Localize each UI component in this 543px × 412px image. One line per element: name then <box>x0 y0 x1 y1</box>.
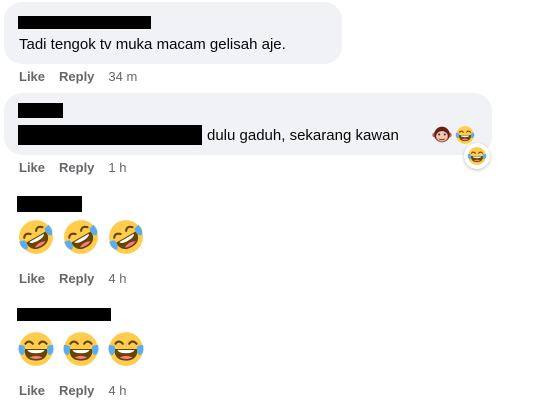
emoji-row <box>17 218 147 256</box>
reply-button[interactable]: Reply <box>59 383 94 398</box>
rolling-laughing-icon <box>107 218 145 256</box>
laughing-tears-icon <box>467 146 487 166</box>
reply-button[interactable]: Reply <box>59 271 94 286</box>
timestamp[interactable]: 4 h <box>108 271 126 286</box>
redacted-author-name <box>18 103 63 118</box>
redacted-mention <box>18 125 202 145</box>
comment-actions: Like Reply 34 m <box>19 69 137 84</box>
comment-text: dulu gaduh, sekarang kawan <box>207 127 399 144</box>
like-button[interactable]: Like <box>19 271 45 286</box>
comment-actions: Like Reply 4 h <box>19 271 127 286</box>
laughing-tears-icon <box>455 125 475 145</box>
rolling-laughing-icon <box>17 218 55 256</box>
laughing-tears-icon <box>62 330 100 368</box>
emoji-row <box>17 330 147 368</box>
timestamp[interactable]: 34 m <box>108 69 137 84</box>
comment-actions: Like Reply 1 h <box>19 160 127 175</box>
redacted-author-name <box>17 308 111 321</box>
comment-bubble <box>4 93 492 155</box>
like-button[interactable]: Like <box>19 69 45 84</box>
laughing-tears-icon <box>107 330 145 368</box>
comment-bubble <box>4 2 342 64</box>
comment-actions: Like Reply 4 h <box>19 383 127 398</box>
rolling-laughing-icon <box>62 218 100 256</box>
laughing-tears-icon <box>17 330 55 368</box>
monkey-face-icon <box>432 125 452 145</box>
timestamp[interactable]: 1 h <box>108 160 126 175</box>
reaction-badge[interactable] <box>464 143 490 169</box>
comment-text: Tadi tengok tv muka macam gelisah aje. <box>19 36 286 53</box>
redacted-author-name <box>18 16 151 29</box>
like-button[interactable]: Like <box>19 383 45 398</box>
reply-button[interactable]: Reply <box>59 160 94 175</box>
reply-button[interactable]: Reply <box>59 69 94 84</box>
like-button[interactable]: Like <box>19 160 45 175</box>
redacted-author-name <box>17 196 82 212</box>
timestamp[interactable]: 4 h <box>108 383 126 398</box>
